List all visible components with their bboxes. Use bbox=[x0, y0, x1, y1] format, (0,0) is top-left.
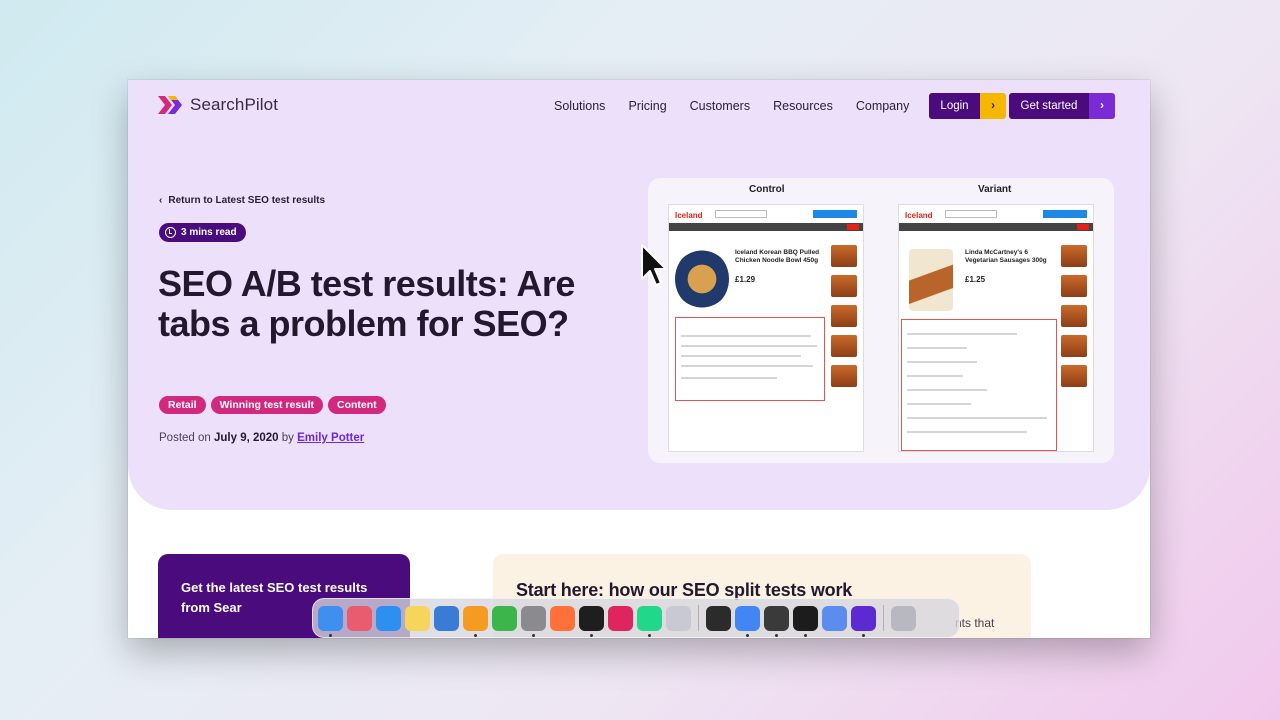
post-meta: Posted on July 9, 2020 by Emily Potter bbox=[159, 432, 364, 444]
back-link-label: Return to Latest SEO test results bbox=[168, 195, 326, 206]
text-line bbox=[681, 345, 817, 347]
read-time-label: 3 mins read bbox=[181, 227, 237, 238]
read-time-badge: 3 mins read bbox=[159, 223, 246, 242]
text-line bbox=[907, 361, 977, 363]
nav-link-customers[interactable]: Customers bbox=[690, 99, 750, 113]
variant-product-price: £1.25 bbox=[965, 275, 986, 284]
trash-icon[interactable] bbox=[891, 605, 916, 631]
text-line bbox=[681, 365, 813, 367]
control-screenshot: Iceland Iceland Korean BBQ Pulled Chicke… bbox=[668, 204, 864, 452]
figma-icon[interactable] bbox=[579, 605, 604, 637]
tag-retail[interactable]: Retail bbox=[159, 396, 206, 414]
text-line bbox=[681, 335, 811, 337]
control-category-bar bbox=[669, 223, 863, 231]
back-link[interactable]: ‹ Return to Latest SEO test results bbox=[159, 195, 325, 206]
browser-window: SearchPilot Solutions Pricing Customers … bbox=[128, 80, 1150, 638]
variant-screenshot: Iceland Linda McCartney's 6 Vegetarian S… bbox=[898, 204, 1094, 452]
chevron-left-icon: ‹ bbox=[159, 195, 163, 206]
text-line bbox=[907, 347, 967, 349]
variant-header-button bbox=[1043, 210, 1087, 218]
nav-link-resources[interactable]: Resources bbox=[773, 99, 833, 113]
author-link[interactable]: Emily Potter bbox=[297, 432, 364, 444]
text-line bbox=[681, 377, 777, 379]
start-here-body: nts that bbox=[955, 616, 995, 630]
comparison-image: Control Variant Iceland Iceland Korean B… bbox=[648, 178, 1114, 463]
nav-links: Solutions Pricing Customers Resources Co… bbox=[554, 99, 909, 113]
control-brand: Iceland bbox=[675, 211, 703, 220]
numbers-icon[interactable] bbox=[492, 605, 517, 631]
text-line bbox=[907, 389, 987, 391]
text-line bbox=[907, 417, 1047, 419]
pages-icon[interactable] bbox=[463, 605, 488, 637]
hero-section: SearchPilot Solutions Pricing Customers … bbox=[128, 80, 1150, 510]
control-product-price: £1.29 bbox=[735, 275, 756, 284]
linear-icon[interactable] bbox=[851, 605, 876, 637]
notes-icon[interactable] bbox=[405, 605, 430, 631]
variant-product-name: Linda McCartney's 6 Vegetarian Sausages … bbox=[965, 249, 1047, 264]
nav-link-solutions[interactable]: Solutions bbox=[554, 99, 605, 113]
posted-date: July 9, 2020 bbox=[214, 432, 279, 444]
nav-link-company[interactable]: Company bbox=[856, 99, 910, 113]
tag-list: Retail Winning test result Content bbox=[159, 396, 386, 414]
pycharm-icon[interactable] bbox=[637, 605, 662, 637]
get-started-button-label: Get started bbox=[1009, 93, 1089, 119]
login-button[interactable]: Login › bbox=[929, 93, 1006, 119]
chevron-right-icon: › bbox=[1089, 93, 1115, 119]
posted-prefix: Posted on bbox=[159, 432, 211, 444]
get-started-button[interactable]: Get started › bbox=[1009, 93, 1115, 119]
activity-monitor-icon[interactable] bbox=[793, 605, 818, 637]
tag-content[interactable]: Content bbox=[328, 396, 386, 414]
posted-by: by bbox=[281, 432, 294, 444]
craft-icon[interactable] bbox=[666, 605, 691, 631]
finder-icon[interactable] bbox=[318, 605, 343, 637]
variant-product-image bbox=[909, 249, 953, 311]
scrobbles-icon[interactable] bbox=[608, 605, 633, 631]
chevron-right-icon: › bbox=[980, 93, 1006, 119]
logo-text: SearchPilot bbox=[190, 95, 279, 114]
variant-category-bar bbox=[899, 223, 1093, 231]
chrome-icon[interactable] bbox=[735, 605, 760, 637]
control-product-name: Iceland Korean BBQ Pulled Chicken Noodle… bbox=[735, 249, 820, 264]
text-line bbox=[907, 431, 1027, 433]
tag-winning-test-result[interactable]: Winning test result bbox=[210, 396, 324, 414]
mela-icon[interactable] bbox=[764, 605, 789, 637]
macos-dock bbox=[312, 598, 960, 638]
nav-link-pricing[interactable]: Pricing bbox=[628, 99, 666, 113]
page-title: SEO A/B test results: Are tabs a problem… bbox=[158, 263, 575, 344]
top-navigation: SearchPilot Solutions Pricing Customers … bbox=[128, 80, 1150, 134]
variant-brand: Iceland bbox=[905, 211, 933, 220]
variant-related-products bbox=[1061, 245, 1087, 387]
dock-separator bbox=[698, 605, 699, 631]
bear-icon[interactable] bbox=[706, 605, 731, 631]
text-line bbox=[681, 355, 801, 357]
variant-label: Variant bbox=[978, 184, 1012, 195]
logo[interactable]: SearchPilot bbox=[158, 94, 278, 116]
control-ingredients-tab-highlight bbox=[675, 317, 825, 401]
safari-icon[interactable] bbox=[376, 605, 401, 631]
mouse-cursor-icon bbox=[641, 244, 667, 286]
control-search-bar bbox=[715, 210, 767, 218]
firefox-icon[interactable] bbox=[550, 605, 575, 631]
searchpilot-logo-icon bbox=[158, 96, 182, 114]
freeform-icon[interactable] bbox=[434, 605, 459, 631]
settings-icon[interactable] bbox=[521, 605, 546, 637]
launchpad-icon[interactable] bbox=[347, 605, 372, 631]
control-label: Control bbox=[749, 184, 785, 195]
variant-search-bar bbox=[945, 210, 997, 218]
text-line bbox=[907, 333, 1017, 335]
control-related-products bbox=[831, 245, 857, 387]
control-product-image bbox=[675, 249, 729, 309]
arc-icon[interactable] bbox=[822, 605, 847, 631]
clock-icon bbox=[165, 227, 176, 238]
control-header-button bbox=[813, 210, 857, 218]
login-button-label: Login bbox=[929, 93, 980, 119]
text-line bbox=[907, 403, 971, 405]
dock-separator bbox=[883, 605, 884, 631]
text-line bbox=[907, 375, 963, 377]
